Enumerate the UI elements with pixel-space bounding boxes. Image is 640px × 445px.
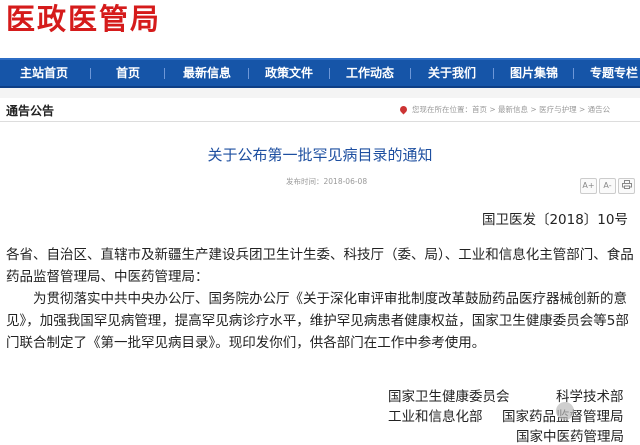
nav-item-main-home[interactable]: 主站首页 xyxy=(20,60,68,86)
nav-separator xyxy=(410,68,411,79)
nav-item-special-topics[interactable]: 专题专栏 xyxy=(590,60,638,86)
site-logo[interactable]: 医政医管局 xyxy=(6,2,161,36)
article-body: 各省、自治区、直辖市及新疆生产建设兵团卫生计生委、科技厅（委、局）、工业和信息化… xyxy=(6,244,634,354)
signatory-natcm: 国家中医药管理局 xyxy=(516,429,624,445)
signatory-miit: 工业和信息化部 xyxy=(388,409,483,425)
section-title: 通告公告 xyxy=(6,104,55,118)
nav-separator xyxy=(493,68,494,79)
print-icon xyxy=(621,180,632,189)
nav-separator xyxy=(90,68,91,79)
nav-separator xyxy=(164,68,165,79)
nav-item-photo-gallery[interactable]: 图片集锦 xyxy=(510,60,558,86)
location-pin-icon xyxy=(398,104,409,115)
nav-item-latest-news[interactable]: 最新信息 xyxy=(183,60,231,86)
nav-separator xyxy=(248,68,249,79)
font-decrease-button[interactable]: A- xyxy=(599,178,616,194)
section-bar: 通告公告 您现在所在位置：首页 > 最新信息 > 医疗与护理 > 通告公 xyxy=(0,98,640,220)
font-increase-button[interactable]: A+ xyxy=(580,178,597,194)
print-button[interactable] xyxy=(618,178,635,194)
nav-separator xyxy=(573,68,574,79)
main-paragraph: 为贯彻落实中共中央办公厅、国务院办公厅《关于深化审评审批制度改革鼓励药品医疗器械… xyxy=(6,291,629,351)
site-header: 医政医管局 xyxy=(0,0,640,58)
document-number: 国卫医发〔2018〕10号 xyxy=(481,212,628,228)
font-tools: A+ A- xyxy=(578,173,635,194)
nav-item-policy-documents[interactable]: 政策文件 xyxy=(265,60,313,86)
publish-time: 发布时间：2018-06-08 xyxy=(286,177,368,186)
signatory-nhc: 国家卫生健康委员会 xyxy=(388,389,510,405)
nav-item-work-updates[interactable]: 工作动态 xyxy=(346,60,394,86)
article-title: 关于公布第一批罕见病目录的通知 xyxy=(207,146,433,164)
nav-separator xyxy=(329,68,330,79)
watermark-icon xyxy=(556,402,574,420)
breadcrumb-text[interactable]: 您现在所在位置：首页 > 最新信息 > 医疗与护理 > 通告公 xyxy=(412,105,610,114)
breadcrumb: 您现在所在位置：首页 > 最新信息 > 医疗与护理 > 通告公 xyxy=(398,104,610,115)
recipients-text: 各省、自治区、直辖市及新疆生产建设兵团卫生计生委、科技厅（委、局）、工业和信息化… xyxy=(6,247,634,285)
nav-item-about-us[interactable]: 关于我们 xyxy=(428,60,476,86)
divider-strip xyxy=(0,88,640,98)
nav-item-home[interactable]: 首页 xyxy=(116,60,140,86)
main-nav: 主站首页 首页 最新信息 政策文件 工作动态 关于我们 图片集锦 专题专栏 xyxy=(0,58,640,88)
